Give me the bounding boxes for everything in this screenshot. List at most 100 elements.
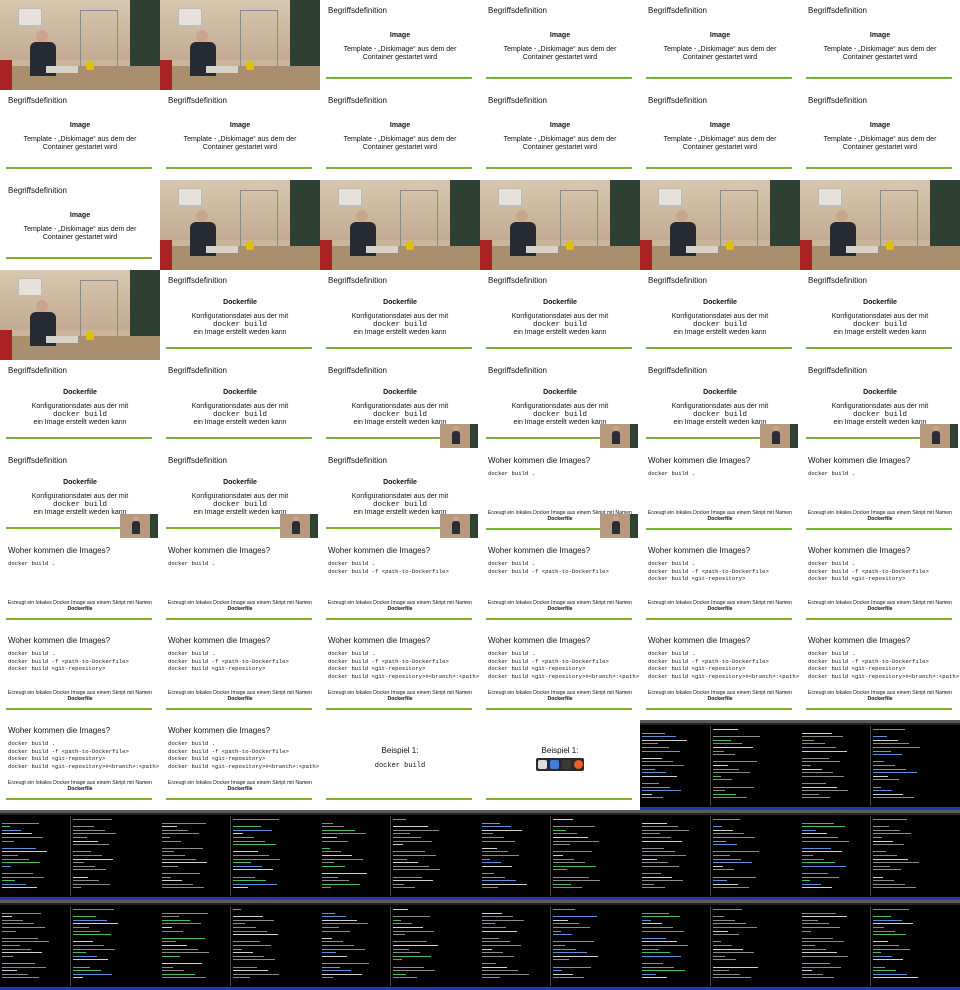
slide-thumbnail[interactable]: Woher kommen die Images? docker build . d… bbox=[800, 540, 960, 630]
slide-thumbnail[interactable]: Begriffsdefinition Image Template - „Diski… bbox=[160, 90, 320, 180]
slide-thumbnail[interactable]: Woher kommen die Images? docker build . Er… bbox=[800, 450, 960, 540]
terminal-thumbnail[interactable] bbox=[0, 900, 160, 990]
slide-thumbnail[interactable]: Begriffsdefinition Dockerfile Konfiguratio… bbox=[800, 360, 960, 450]
slide-thumbnail[interactable]: Woher kommen die Images? docker build . Er… bbox=[0, 540, 160, 630]
terminal-thumbnail[interactable] bbox=[480, 900, 640, 990]
slide-thumbnail[interactable]: Begriffsdefinition Dockerfile Konfiguratio… bbox=[640, 360, 800, 450]
slide-thumbnail[interactable]: Begriffsdefinition Image Template - „Diski… bbox=[800, 0, 960, 90]
text-line bbox=[73, 952, 86, 954]
terminal-pane[interactable] bbox=[320, 816, 391, 896]
video-frame-thumbnail[interactable] bbox=[800, 180, 960, 270]
video-frame-thumbnail[interactable] bbox=[0, 270, 160, 360]
terminal-thumbnail[interactable] bbox=[320, 900, 480, 990]
slide-thumbnail[interactable]: Begriffsdefinition Image Template - „Diski… bbox=[320, 0, 480, 90]
slide-thumbnail[interactable]: Woher kommen die Images? docker build . d… bbox=[320, 540, 480, 630]
terminal-pane[interactable] bbox=[71, 816, 160, 896]
slide-thumbnail[interactable]: Woher kommen die Images? docker build . d… bbox=[0, 720, 160, 810]
slide-thumbnail[interactable]: Woher kommen die Images? docker build . d… bbox=[640, 630, 800, 720]
terminal-pane[interactable] bbox=[871, 726, 960, 806]
terminal-thumbnail[interactable] bbox=[320, 810, 480, 900]
slide-thumbnail[interactable]: Woher kommen die Images? docker build . d… bbox=[160, 630, 320, 720]
terminal-pane[interactable] bbox=[711, 906, 800, 986]
terminal-pane[interactable] bbox=[391, 906, 480, 986]
slide-thumbnail[interactable]: Begriffsdefinition Image Template - „Diski… bbox=[480, 90, 640, 180]
video-frame-thumbnail[interactable] bbox=[160, 180, 320, 270]
slide-thumbnail[interactable]: Begriffsdefinition Dockerfile Konfiguratio… bbox=[480, 360, 640, 450]
terminal-pane[interactable] bbox=[640, 906, 711, 986]
terminal-pane[interactable] bbox=[391, 816, 480, 896]
terminal-pane[interactable] bbox=[711, 816, 800, 896]
slide-thumbnail[interactable]: Begriffsdefinition Dockerfile Konfiguratio… bbox=[640, 270, 800, 360]
slide-thumbnail[interactable]: Begriffsdefinition Dockerfile Konfiguratio… bbox=[0, 450, 160, 540]
terminal-pane[interactable] bbox=[800, 726, 871, 806]
terminal-pane[interactable] bbox=[871, 816, 960, 896]
terminal-thumbnail[interactable] bbox=[160, 900, 320, 990]
slide-thumbnail[interactable]: Woher kommen die Images? docker build . Er… bbox=[480, 450, 640, 540]
terminal-pane[interactable] bbox=[640, 726, 711, 806]
terminal-icon[interactable] bbox=[561, 760, 571, 769]
video-frame-thumbnail[interactable] bbox=[0, 0, 160, 90]
terminal-pane[interactable] bbox=[800, 816, 871, 896]
terminal-thumbnail[interactable] bbox=[800, 810, 960, 900]
slide-thumbnail[interactable]: Begriffsdefinition Dockerfile Konfiguratio… bbox=[160, 450, 320, 540]
slide-thumbnail[interactable]: Begriffsdefinition Dockerfile Konfiguratio… bbox=[320, 450, 480, 540]
slide-thumbnail[interactable]: Begriffsdefinition Image Template - „Diski… bbox=[800, 90, 960, 180]
slide-thumbnail[interactable]: Woher kommen die Images? docker build . d… bbox=[160, 720, 320, 810]
slide-thumbnail[interactable]: Woher kommen die Images? docker build . Er… bbox=[160, 540, 320, 630]
slide-thumbnail[interactable]: Begriffsdefinition Image Template - „Diski… bbox=[480, 0, 640, 90]
terminal-pane[interactable] bbox=[480, 906, 551, 986]
terminal-pane[interactable] bbox=[871, 906, 960, 986]
slide-thumbnail[interactable]: Begriffsdefinition Image Template - „Diski… bbox=[640, 0, 800, 90]
slide-thumbnail[interactable]: Begriffsdefinition Image Template - „Diski… bbox=[0, 180, 160, 270]
slide-thumbnail[interactable]: Woher kommen die Images? docker build . d… bbox=[320, 630, 480, 720]
video-frame-thumbnail[interactable] bbox=[640, 180, 800, 270]
terminal-thumbnail[interactable] bbox=[160, 810, 320, 900]
finder-icon[interactable] bbox=[537, 760, 547, 769]
slide-thumbnail[interactable]: Woher kommen die Images? docker build . d… bbox=[640, 540, 800, 630]
terminal-thumbnail[interactable] bbox=[640, 720, 800, 810]
slide-thumbnail[interactable]: Woher kommen die Images? docker build . d… bbox=[480, 540, 640, 630]
terminal-pane[interactable] bbox=[0, 906, 71, 986]
terminal-thumbnail[interactable] bbox=[480, 810, 640, 900]
slide-thumbnail[interactable]: Begriffsdefinition Dockerfile Konfiguratio… bbox=[320, 270, 480, 360]
terminal-pane[interactable] bbox=[160, 816, 231, 896]
slide-thumbnail[interactable]: Woher kommen die Images? docker build . Er… bbox=[640, 450, 800, 540]
terminal-pane[interactable] bbox=[551, 816, 640, 896]
terminal-pane[interactable] bbox=[0, 816, 71, 896]
terminal-pane[interactable] bbox=[551, 906, 640, 986]
slide-thumbnail[interactable]: Beispiel 1: bbox=[480, 720, 640, 810]
terminal-pane[interactable] bbox=[231, 906, 320, 986]
files-icon[interactable] bbox=[549, 760, 559, 769]
terminal-pane[interactable] bbox=[800, 906, 871, 986]
slide-thumbnail[interactable]: Begriffsdefinition Dockerfile Konfiguratio… bbox=[0, 360, 160, 450]
slide-thumbnail[interactable]: Begriffsdefinition Dockerfile Konfiguratio… bbox=[160, 360, 320, 450]
terminal-pane[interactable] bbox=[231, 816, 320, 896]
video-frame-thumbnail[interactable] bbox=[480, 180, 640, 270]
slide-thumbnail[interactable]: Begriffsdefinition Dockerfile Konfiguratio… bbox=[800, 270, 960, 360]
terminal-pane[interactable] bbox=[480, 816, 551, 896]
slide-thumbnail[interactable]: Begriffsdefinition Image Template - „Diski… bbox=[320, 90, 480, 180]
slide-thumbnail[interactable]: Woher kommen die Images? docker build . d… bbox=[480, 630, 640, 720]
slide-thumbnail[interactable]: Begriffsdefinition Dockerfile Konfiguratio… bbox=[320, 360, 480, 450]
text-line bbox=[713, 952, 754, 954]
terminal-thumbnail[interactable] bbox=[800, 900, 960, 990]
terminal-thumbnail[interactable] bbox=[0, 810, 160, 900]
slide-thumbnail[interactable]: Begriffsdefinition Image Template - „Diski… bbox=[0, 90, 160, 180]
slide-thumbnail[interactable]: Begriffsdefinition Dockerfile Konfiguratio… bbox=[160, 270, 320, 360]
slide-thumbnail[interactable]: Begriffsdefinition Image Template - „Diski… bbox=[640, 90, 800, 180]
terminal-thumbnail[interactable] bbox=[800, 720, 960, 810]
slide-thumbnail[interactable]: Woher kommen die Images? docker build . d… bbox=[0, 630, 160, 720]
slide-thumbnail[interactable]: Begriffsdefinition Dockerfile Konfiguratio… bbox=[480, 270, 640, 360]
terminal-thumbnail[interactable] bbox=[640, 900, 800, 990]
slide-thumbnail[interactable]: Woher kommen die Images? docker build . d… bbox=[800, 630, 960, 720]
terminal-pane[interactable] bbox=[160, 906, 231, 986]
video-frame-thumbnail[interactable] bbox=[320, 180, 480, 270]
firefox-icon[interactable] bbox=[573, 760, 583, 769]
video-frame-thumbnail[interactable] bbox=[160, 0, 320, 90]
terminal-pane[interactable] bbox=[711, 726, 800, 806]
terminal-pane[interactable] bbox=[640, 816, 711, 896]
terminal-thumbnail[interactable] bbox=[640, 810, 800, 900]
slide-thumbnail[interactable]: Beispiel 1: docker build bbox=[320, 720, 480, 810]
terminal-pane[interactable] bbox=[71, 906, 160, 986]
terminal-pane[interactable] bbox=[320, 906, 391, 986]
